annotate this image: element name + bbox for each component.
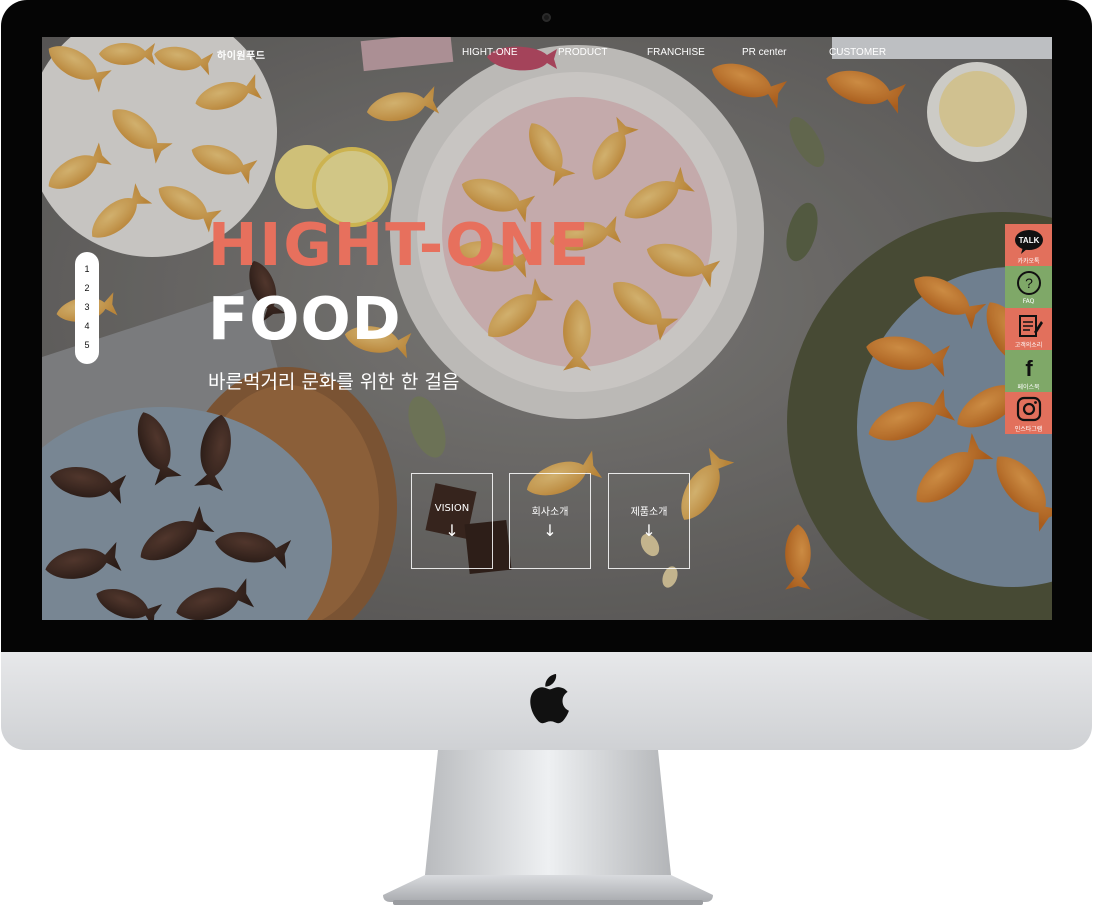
side-label-faq: FAQ bbox=[1022, 298, 1035, 305]
side-label-customer-voice: 고객의소리 bbox=[1014, 342, 1043, 349]
nav-item-product[interactable]: PRODUCT bbox=[558, 47, 607, 58]
vision-box[interactable]: VISION ↓ bbox=[411, 473, 493, 569]
nav-item-hight-one[interactable]: HIGHT-ONE bbox=[462, 47, 518, 58]
company-intro-label: 회사소개 bbox=[531, 507, 569, 518]
instagram-icon bbox=[1016, 396, 1042, 422]
slide-pager: 1 2 3 4 5 bbox=[75, 252, 99, 364]
nav-item-franchise[interactable]: FRANCHISE bbox=[647, 47, 705, 58]
pager-item-4[interactable]: 4 bbox=[75, 321, 99, 331]
side-item-facebook[interactable]: f 페이스북 bbox=[1005, 350, 1052, 392]
arrow-down-icon: ↓ bbox=[445, 521, 459, 540]
website-screen: 하이원푸드 HIGHT-ONE PRODUCT FRANCHISE PR cen… bbox=[42, 37, 1052, 620]
product-intro-box[interactable]: 제품소개 ↓ bbox=[608, 473, 690, 569]
arrow-down-icon: ↓ bbox=[543, 521, 557, 540]
hero-subtitle: 바른먹거리 문화를 위한 한 걸음 bbox=[208, 371, 460, 393]
apple-logo-icon bbox=[530, 674, 569, 724]
hero-title-line2: FOOD bbox=[208, 284, 402, 353]
side-item-kakaotalk[interactable]: TALK 카카오톡 bbox=[1005, 224, 1052, 266]
vision-label: VISION bbox=[434, 503, 470, 514]
nav-item-customer[interactable]: CUSTOMER bbox=[829, 47, 886, 58]
talk-icon: TALK bbox=[1015, 230, 1043, 254]
pager-item-5[interactable]: 5 bbox=[75, 340, 99, 350]
facebook-icon-text: f bbox=[1025, 356, 1033, 381]
notepad-icon bbox=[1019, 315, 1043, 337]
nav-item-pr-center[interactable]: PR center bbox=[742, 47, 786, 58]
imac-monitor: 하이원푸드 HIGHT-ONE PRODUCT FRANCHISE PR cen… bbox=[1, 0, 1092, 750]
main-nav: HIGHT-ONE PRODUCT FRANCHISE PR center CU… bbox=[42, 47, 1052, 63]
pager-item-2[interactable]: 2 bbox=[75, 283, 99, 293]
question-icon-text: ? bbox=[1025, 275, 1033, 291]
facebook-icon: f bbox=[1025, 356, 1033, 381]
pager-item-3[interactable]: 3 bbox=[75, 302, 99, 312]
pager-item-1[interactable]: 1 bbox=[75, 264, 99, 274]
product-intro-label: 제품소개 bbox=[630, 507, 668, 518]
side-item-customer-voice[interactable]: 고객의소리 bbox=[1005, 308, 1052, 350]
side-item-faq[interactable]: ? FAQ bbox=[1005, 266, 1052, 308]
side-label-facebook: 페이스북 bbox=[1017, 384, 1040, 391]
arrow-down-icon: ↓ bbox=[642, 521, 656, 540]
side-label-instagram: 인스타그램 bbox=[1014, 426, 1043, 433]
camera-icon bbox=[542, 13, 551, 22]
monitor-stand bbox=[383, 750, 713, 905]
side-label-kakaotalk: 카카오톡 bbox=[1017, 258, 1040, 265]
talk-icon-text: TALK bbox=[1019, 236, 1040, 245]
side-item-instagram[interactable]: 인스타그램 bbox=[1005, 392, 1052, 434]
hero-title-line1: HIGHT-ONE bbox=[208, 210, 592, 279]
company-intro-box[interactable]: 회사소개 ↓ bbox=[509, 473, 591, 569]
question-icon: ? bbox=[1017, 271, 1041, 295]
